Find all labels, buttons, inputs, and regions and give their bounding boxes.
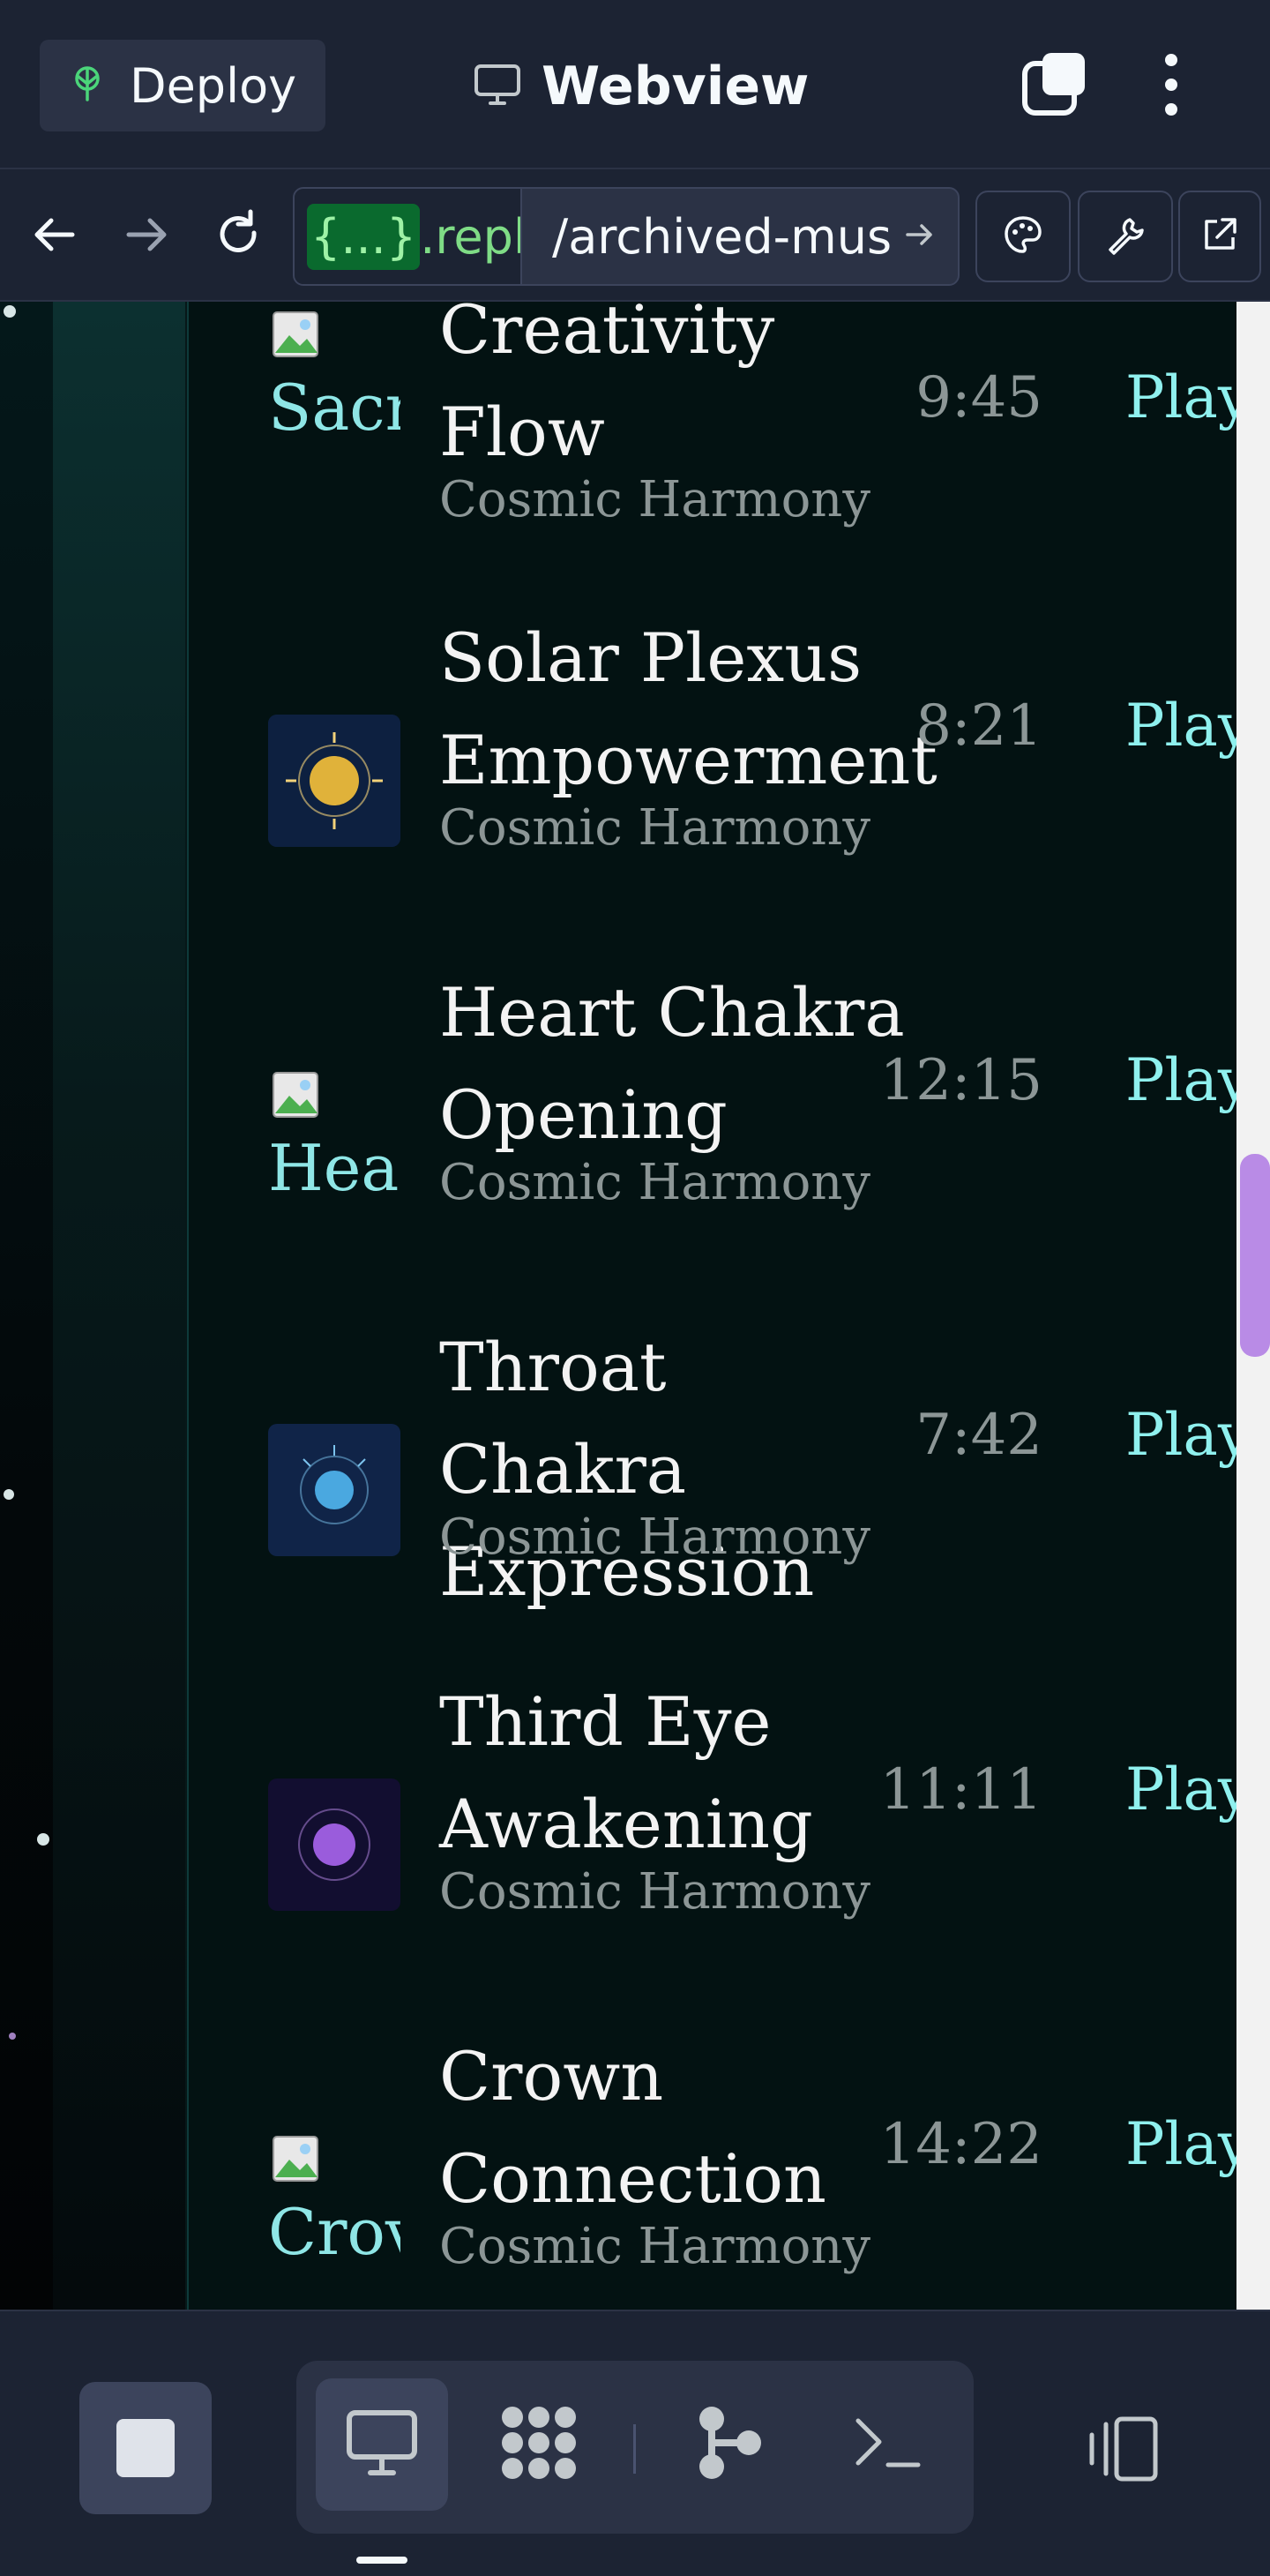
starfield-background xyxy=(0,302,187,2310)
webview-content[interactable]: Sacr Creativity Flow Cosmic Harmony 9:45… xyxy=(0,302,1270,2310)
throat-chakra-artwork-icon xyxy=(268,1424,400,1556)
monitor-icon xyxy=(344,2408,420,2482)
bottom-toolbar xyxy=(0,2310,1270,2576)
track-duration: 9:45 xyxy=(915,365,1042,431)
track-title: Throat Chakra Expression xyxy=(439,1328,815,1611)
url-host-text: .repl xyxy=(420,208,522,265)
track-duration: 14:22 xyxy=(879,2112,1042,2177)
thumbnail-alt-text: Sacr xyxy=(268,371,400,445)
console-mode-button[interactable] xyxy=(822,2378,954,2511)
track-duration: 12:15 xyxy=(879,1048,1042,1113)
track-thumbnail xyxy=(268,1778,400,1911)
track-thumbnail xyxy=(268,1424,400,1556)
webview-mode-button[interactable] xyxy=(316,2378,448,2511)
track-artist: Cosmic Harmony xyxy=(439,1509,870,1566)
git-mode-button[interactable] xyxy=(663,2378,796,2511)
terminal-icon xyxy=(853,2412,923,2477)
thumbnail-alt-text: Crov xyxy=(268,2195,400,2269)
track-title: Third Eye Awakening xyxy=(439,1682,813,1863)
track-row: Third Eye Awakening Cosmic Harmony 11:11… xyxy=(265,1671,1270,2024)
track-artist: Cosmic Harmony xyxy=(439,1863,870,1921)
home-indicator xyxy=(356,2557,407,2564)
webview-tab-title[interactable]: Webview xyxy=(473,44,810,129)
view-mode-group xyxy=(296,2361,974,2534)
play-button[interactable]: Play xyxy=(1125,2110,1236,2178)
devtools-button[interactable] xyxy=(1078,191,1173,282)
play-button[interactable]: Play xyxy=(1125,363,1236,431)
go-arrow-icon[interactable] xyxy=(902,217,938,256)
branch-icon xyxy=(694,2403,765,2486)
url-path[interactable]: /archived-mus xyxy=(552,189,938,284)
track-row: Sacr Creativity Flow Cosmic Harmony 9:45… xyxy=(265,302,1270,605)
track-duration: 8:21 xyxy=(915,693,1042,759)
thumbnail-alt-text: Hea xyxy=(268,1131,400,1205)
track-thumbnail: Hea xyxy=(268,1069,400,1205)
play-button[interactable]: Play xyxy=(1125,1046,1236,1114)
grid-blob-icon xyxy=(497,2403,581,2486)
scrollbar-thumb[interactable] xyxy=(1240,1154,1270,1357)
deploy-label: Deploy xyxy=(130,57,297,114)
play-button[interactable]: Play xyxy=(1125,1401,1236,1469)
solar-plexus-artwork-icon xyxy=(268,715,400,847)
monitor-icon xyxy=(473,63,522,110)
tabs-switcher-icon[interactable] xyxy=(1020,49,1090,120)
star-dot xyxy=(9,2033,16,2040)
reload-icon[interactable] xyxy=(210,206,266,263)
track-title: Crown Connection xyxy=(439,2037,826,2218)
deploy-button[interactable]: Deploy xyxy=(40,40,325,131)
track-artist: Cosmic Harmony xyxy=(439,799,870,857)
tools-mode-button[interactable] xyxy=(473,2378,605,2511)
palette-button[interactable] xyxy=(975,191,1071,282)
broken-image-icon xyxy=(273,1072,318,1118)
star-dot xyxy=(4,305,16,318)
track-row: Hea Heart Chakra Opening Cosmic Harmony … xyxy=(265,962,1270,1314)
replit-mobile-webview: Deploy Webview {...} .repl /archived-mus… xyxy=(0,0,1270,2576)
play-button[interactable]: Play xyxy=(1125,1756,1236,1823)
track-thumbnail xyxy=(268,715,400,847)
group-divider xyxy=(633,2424,636,2474)
open-new-tab-button[interactable] xyxy=(1178,191,1261,282)
track-row: Solar Plexus Empowerment Cosmic Harmony … xyxy=(265,607,1270,960)
wrench-icon xyxy=(1103,213,1147,260)
track-thumbnail: Crov xyxy=(268,2133,400,2269)
track-title: Solar Plexus Empowerment xyxy=(439,618,938,799)
url-bar[interactable]: {...} .repl /archived-mus xyxy=(293,187,960,286)
repl-badge: {...} xyxy=(307,203,421,270)
stop-button[interactable] xyxy=(79,2382,212,2514)
track-duration: 7:42 xyxy=(915,1403,1042,1468)
top-bar: Deploy Webview xyxy=(0,0,1270,169)
stop-icon xyxy=(116,2419,175,2477)
broken-image-icon xyxy=(273,2136,318,2182)
track-title: Heart Chakra Opening xyxy=(439,973,905,1154)
panels-toggle-icon[interactable] xyxy=(1081,2414,1161,2484)
track-row: Throat Chakra Expression Cosmic Harmony … xyxy=(265,1316,1270,1669)
track-thumbnail: Sacr xyxy=(268,309,400,445)
forward-arrow-icon[interactable] xyxy=(118,206,175,263)
deploy-icon xyxy=(70,64,105,107)
page-title: Webview xyxy=(542,56,810,117)
track-row: Crov Crown Connection Cosmic Harmony 14:… xyxy=(265,2026,1270,2310)
palette-icon xyxy=(1001,213,1045,260)
track-artist: Cosmic Harmony xyxy=(439,471,870,528)
star-dot xyxy=(4,1489,14,1500)
star-dot xyxy=(37,1833,49,1846)
browser-nav-bar: {...} .repl /archived-mus xyxy=(0,169,1270,302)
broken-image-icon xyxy=(273,311,318,357)
third-eye-artwork-icon xyxy=(268,1778,400,1911)
track-duration: 11:11 xyxy=(879,1757,1042,1823)
external-link-icon xyxy=(1198,213,1242,260)
track-title: Creativity Flow xyxy=(439,302,775,471)
url-path-text: /archived-mus xyxy=(552,208,893,265)
track-artist: Cosmic Harmony xyxy=(439,2218,870,2275)
play-button[interactable]: Play xyxy=(1125,692,1236,760)
track-artist: Cosmic Harmony xyxy=(439,1154,870,1211)
back-arrow-icon[interactable] xyxy=(26,206,83,263)
url-host[interactable]: {...} .repl xyxy=(295,189,522,284)
more-options-icon[interactable] xyxy=(1147,49,1196,120)
